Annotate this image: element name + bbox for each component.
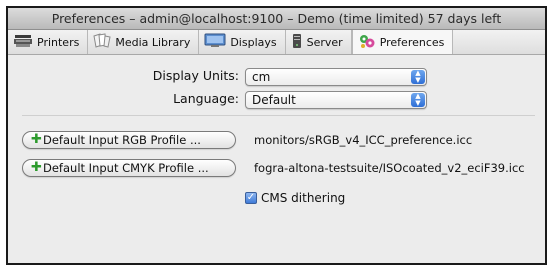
default-rgb-profile-button[interactable]: ✚ Default Input RGB Profile ... (22, 131, 236, 149)
display-units-select[interactable]: cm ▲ ▼ (245, 68, 427, 86)
tab-displays[interactable]: Displays (199, 30, 286, 54)
cms-dithering-row[interactable]: ✓ CMS dithering (245, 191, 345, 205)
tab-bar: Printers Media Library Displays Server P… (8, 30, 545, 55)
default-cmyk-profile-button[interactable]: ✚ Default Input CMYK Profile ... (22, 159, 236, 177)
language-select[interactable]: Default ▲ ▼ (245, 91, 427, 109)
display-icon (204, 33, 226, 51)
tab-printers[interactable]: Printers (8, 30, 89, 54)
cmyk-profile-path: fogra-altona-testsuite/ISOcoated_v2_eciF… (254, 161, 525, 175)
server-icon (291, 33, 303, 52)
tab-label: Server (306, 35, 343, 49)
language-value: Default (252, 93, 296, 107)
media-library-icon (93, 32, 111, 52)
display-units-value: cm (252, 70, 271, 84)
plus-icon: ✚ (31, 160, 42, 175)
default-rgb-profile-label: Default Input RGB Profile ... (43, 133, 201, 147)
tab-label: Media Library (115, 35, 191, 49)
language-label: Language: (173, 91, 239, 106)
tab-preferences[interactable]: Preferences (351, 30, 454, 54)
preferences-window: Preferences – admin@localhost:9100 – Dem… (6, 6, 547, 265)
cms-dithering-label: CMS dithering (261, 191, 346, 205)
divider (22, 115, 535, 116)
tab-media-library[interactable]: Media Library (88, 30, 200, 54)
cms-dithering-checkbox[interactable]: ✓ (245, 192, 257, 204)
printer-icon (13, 34, 33, 51)
tab-label: Printers (37, 35, 80, 49)
default-cmyk-profile-label: Default Input CMYK Profile ... (43, 161, 209, 175)
chevron-up-down-icon: ▲ ▼ (411, 93, 425, 107)
plus-icon: ✚ (31, 132, 42, 147)
tab-label: Displays (230, 35, 277, 49)
chevron-up-down-icon: ▲ ▼ (411, 70, 425, 84)
window-title: Preferences – admin@localhost:9100 – Dem… (8, 8, 545, 30)
preferences-panel: Display Units: cm ▲ ▼ Language: Default ▲… (8, 55, 545, 263)
tab-server[interactable]: Server (286, 30, 352, 54)
tab-label: Preferences (379, 35, 445, 49)
display-units-label: Display Units: (152, 68, 239, 83)
rgb-profile-path: monitors/sRGB_v4_ICC_preference.icc (254, 133, 473, 147)
preferences-icon (358, 33, 376, 52)
